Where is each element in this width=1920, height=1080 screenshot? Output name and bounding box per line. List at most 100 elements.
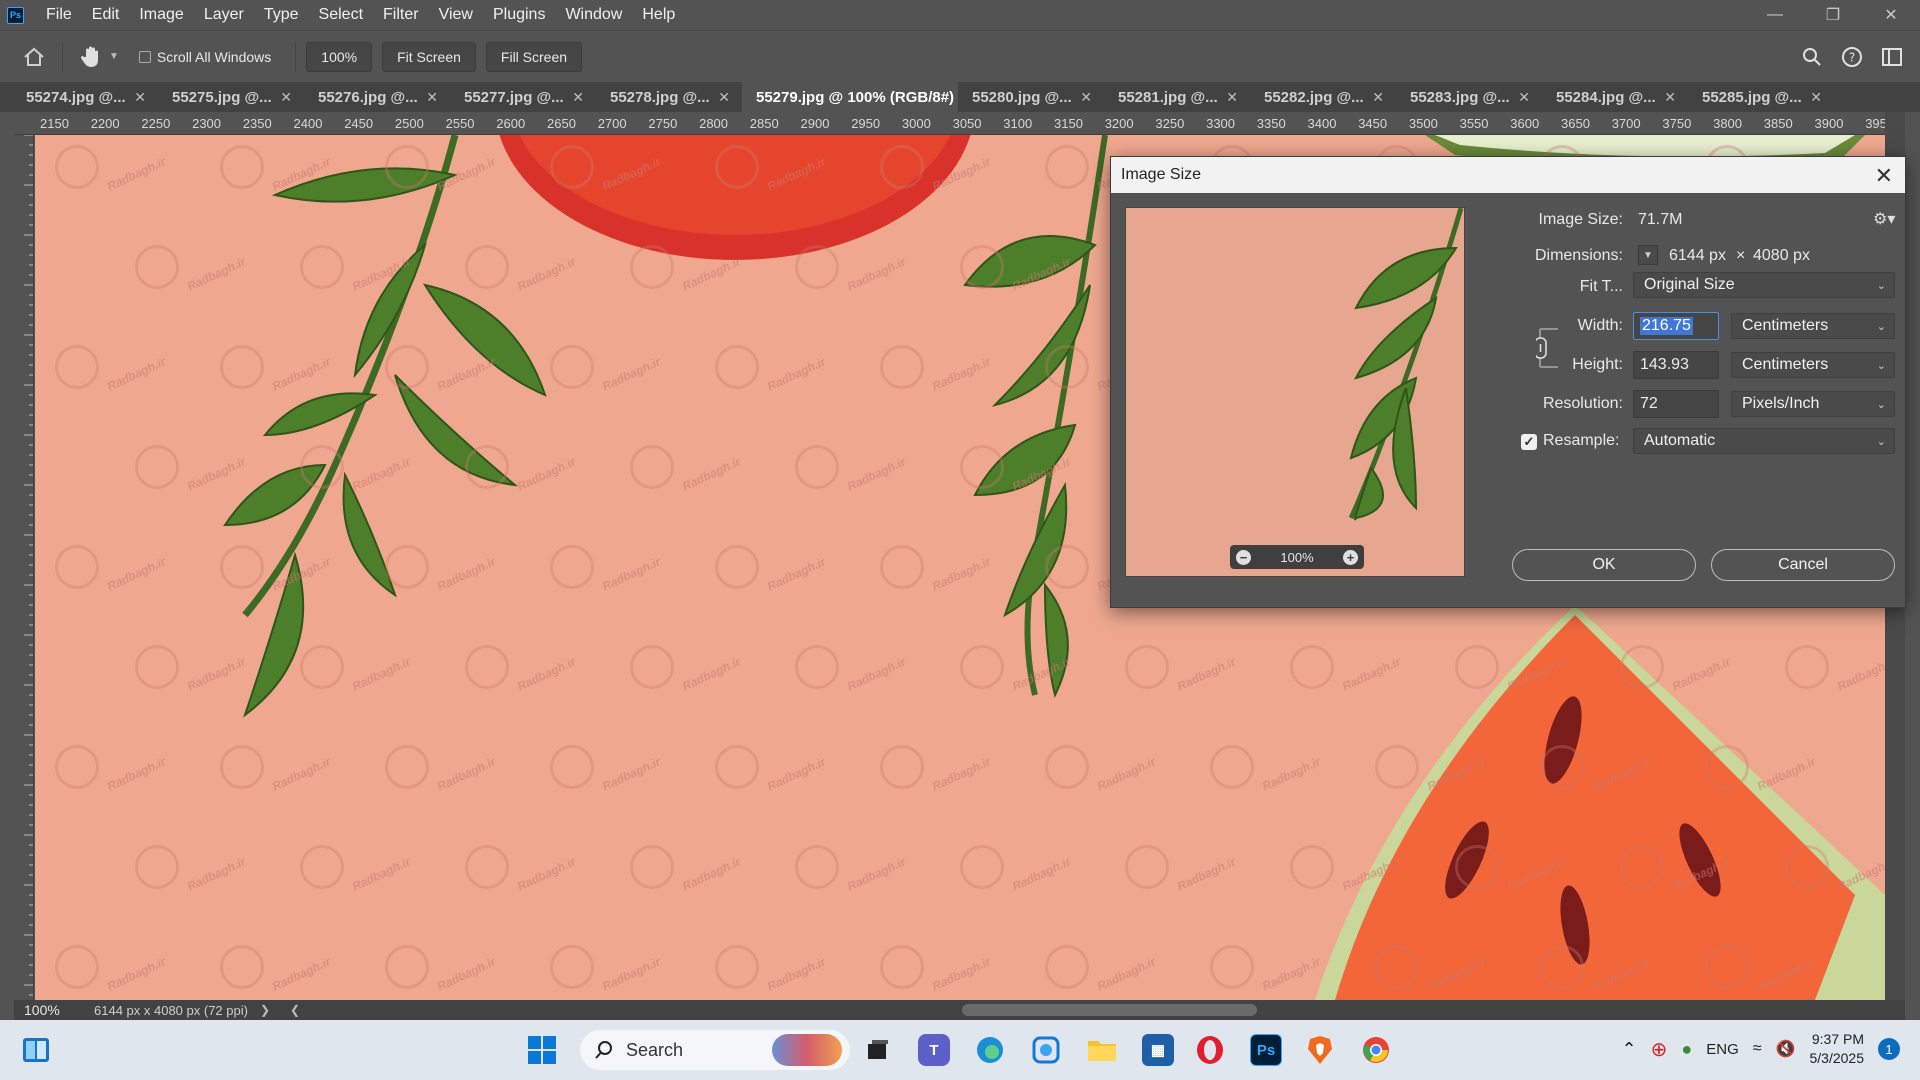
ruler-tick-label: 3900 [1814,116,1844,131]
close-icon[interactable]: ✕ [572,89,584,106]
help-icon[interactable]: ? [1834,39,1870,75]
watermark-logo [1125,645,1169,689]
tab-55274[interactable]: 55274.jpg @... ✕ [12,82,158,112]
task-view-icon[interactable] [862,1034,894,1066]
horizontal-scrollbar-thumb[interactable] [962,1004,1257,1016]
resample-dropdown[interactable]: Automatic ⌄ [1633,428,1895,454]
chevron-left-icon[interactable]: ❮ [290,1003,300,1017]
menu-filter[interactable]: Filter [373,6,429,24]
close-icon[interactable]: ✕ [1875,163,1893,189]
tab-55282[interactable]: 55282.jpg @... ✕ [1250,82,1396,112]
menu-file[interactable]: File [36,6,82,24]
chevron-up-icon[interactable]: ⌃ [1622,1039,1637,1060]
volume-muted-icon[interactable]: 🔇 [1776,1039,1796,1059]
menu-plugins[interactable]: Plugins [483,6,555,24]
dimensions-dropdown-icon[interactable]: ▼ [1638,245,1658,265]
tab-55283[interactable]: 55283.jpg @... ✕ [1396,82,1542,112]
menu-image[interactable]: Image [129,6,193,24]
close-icon[interactable]: ✕ [1664,89,1676,106]
tray-network-app-icon[interactable]: ● [1681,1039,1692,1060]
fit-to-dropdown[interactable]: Original Size ⌄ [1633,272,1895,298]
resolution-input[interactable]: 72 [1633,390,1719,418]
tab-55277[interactable]: 55277.jpg @... ✕ [450,82,596,112]
tab-55284[interactable]: 55284.jpg @... ✕ [1542,82,1688,112]
ok-button[interactable]: OK [1512,549,1696,581]
tab-55280[interactable]: 55280.jpg @... ✕ [958,82,1104,112]
ruler-tick-label: 2500 [394,116,424,131]
chevron-down-icon[interactable]: ▼ [109,51,119,62]
resolution-unit-dropdown[interactable]: Pixels/Inch ⌄ [1731,391,1895,417]
height-input[interactable]: 143.93 [1633,351,1719,379]
chevron-right-icon[interactable]: ❯ [260,1003,270,1017]
tab-55281[interactable]: 55281.jpg @... ✕ [1104,82,1250,112]
taskbar-search[interactable]: Search [580,1030,850,1070]
minimize-icon[interactable]: — [1746,0,1804,30]
file-explorer-icon[interactable] [1086,1034,1118,1066]
widgets-icon[interactable] [20,1034,52,1066]
tab-label: 55283.jpg @... [1410,88,1510,106]
opera-icon[interactable] [1194,1034,1226,1066]
close-icon[interactable]: ✕ [134,89,146,106]
restore-icon[interactable]: ❐ [1804,0,1862,30]
tab-55278[interactable]: 55278.jpg @... ✕ [596,82,742,112]
image-preview[interactable]: − 100% + [1125,207,1465,577]
menu-select[interactable]: Select [309,6,373,24]
menu-edit[interactable]: Edit [82,6,130,24]
language-indicator[interactable]: ENG [1706,1041,1739,1058]
home-icon[interactable] [16,39,52,75]
fill-screen-button[interactable]: Fill Screen [485,41,583,72]
clock[interactable]: 9:37 PM 5/3/2025 [1810,1030,1865,1068]
close-icon[interactable]: ✕ [1810,89,1822,106]
tab-55285[interactable]: 55285.jpg @... ✕ [1688,82,1834,112]
search-icon[interactable] [1794,39,1830,75]
hand-tool-icon[interactable] [73,39,109,75]
brave-icon[interactable] [1304,1034,1336,1066]
watermark-logo [385,545,429,589]
zoom-in-icon[interactable]: + [1343,549,1358,565]
width-input[interactable]: 216.75 [1633,312,1719,340]
cancel-button[interactable]: Cancel [1711,549,1895,581]
tab-label: 55277.jpg @... [464,88,564,106]
width-unit-dropdown[interactable]: Centimeters ⌄ [1731,313,1895,339]
wifi-icon[interactable]: ≈ [1753,1040,1762,1058]
watermark-logo [1620,845,1664,889]
tray-app-icon[interactable]: ⊕ [1651,1037,1668,1062]
photoshop-taskbar-icon[interactable]: Ps [1250,1034,1282,1066]
close-icon[interactable]: ✕ [426,89,438,106]
zoom-out-icon[interactable]: − [1236,549,1251,565]
fit-screen-button[interactable]: Fit Screen [382,41,476,72]
menu-type[interactable]: Type [254,6,309,24]
tab-55276[interactable]: 55276.jpg @... ✕ [304,82,450,112]
checkbox-box[interactable] [138,50,151,63]
snipping-tool-icon[interactable] [1030,1034,1062,1066]
tab-55275[interactable]: 55275.jpg @... ✕ [158,82,304,112]
close-icon[interactable]: ✕ [1080,89,1092,106]
menu-window[interactable]: Window [555,6,632,24]
resample-checkbox[interactable]: ✓ [1521,434,1537,450]
dialog-title-bar[interactable]: Image Size ✕ [1111,157,1905,193]
close-icon[interactable]: ✕ [1226,89,1238,106]
tab-55279-active[interactable]: 55279.jpg @ 100% (RGB/8#)✕ [742,82,972,112]
edge-icon[interactable] [974,1034,1006,1066]
close-icon[interactable]: ✕ [1372,89,1384,106]
menu-view[interactable]: View [429,6,483,24]
tab-label: 55275.jpg @... [172,88,272,106]
zoom-readout[interactable]: 100% [14,1002,94,1018]
menu-help[interactable]: Help [632,6,685,24]
scroll-all-windows-checkbox[interactable]: Scroll All Windows [138,49,271,65]
chrome-icon[interactable] [1360,1034,1392,1066]
zoom-100-button[interactable]: 100% [306,41,373,72]
workspace-icon[interactable] [1874,39,1910,75]
teams-icon[interactable]: T [918,1034,950,1066]
start-windows-icon[interactable] [526,1034,558,1066]
ruler-tick-label: 2400 [293,116,323,131]
close-icon[interactable]: ✕ [1518,89,1530,106]
close-window-icon[interactable]: ✕ [1862,0,1920,30]
height-unit-dropdown[interactable]: Centimeters ⌄ [1731,352,1895,378]
gear-icon[interactable]: ⚙▾ [1873,209,1895,229]
notification-badge[interactable]: 1 [1878,1038,1900,1060]
close-icon[interactable]: ✕ [718,89,730,106]
close-icon[interactable]: ✕ [280,89,292,106]
store-icon[interactable]: ▦ [1142,1034,1174,1066]
menu-layer[interactable]: Layer [194,6,254,24]
